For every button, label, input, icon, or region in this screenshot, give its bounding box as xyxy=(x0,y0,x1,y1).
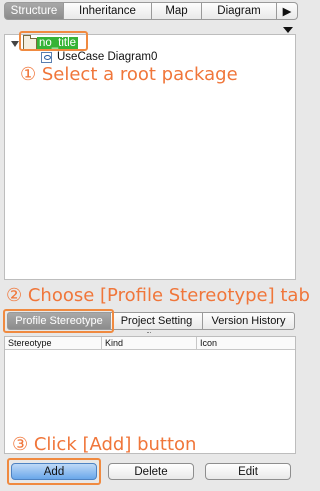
view-tab-bar: Structure Inheritance Map Diagram ▶ xyxy=(4,2,298,20)
tab-inheritance[interactable]: Inheritance xyxy=(64,2,152,20)
edit-button[interactable]: Edit xyxy=(205,463,291,480)
root-package-highlight xyxy=(19,31,88,51)
tab-diagram[interactable]: Diagram xyxy=(202,2,277,20)
table-header: Stereotype Kind Icon xyxy=(5,337,295,350)
tab-project-setting[interactable]: Project Setting xyxy=(111,312,203,330)
tab-version-history[interactable]: Version History xyxy=(203,312,295,330)
add-button-highlight xyxy=(7,458,101,485)
callout-step-2: ② Choose [Profile Stereotype] tab xyxy=(6,285,310,306)
tree-node-usecase-diagram[interactable]: UseCase Diagram0 xyxy=(57,51,157,64)
column-header-icon[interactable]: Icon xyxy=(197,337,295,349)
column-header-stereotype[interactable]: Stereotype xyxy=(5,337,102,349)
usecase-diagram-icon xyxy=(41,52,52,63)
delete-button[interactable]: Delete xyxy=(108,463,194,480)
expand-triangle-icon[interactable] xyxy=(11,41,19,47)
callout-step-1: ① Select a root package xyxy=(20,64,238,85)
panel-menu-chevron-down-icon[interactable] xyxy=(283,27,293,33)
callout-step-3: ③ Click [Add] button xyxy=(12,434,197,455)
tab-structure[interactable]: Structure xyxy=(4,2,64,20)
more-tabs-arrow-icon[interactable]: ▶ xyxy=(277,2,298,20)
column-header-kind[interactable]: Kind xyxy=(102,337,197,349)
tab-map[interactable]: Map xyxy=(152,2,202,20)
profile-tab-highlight xyxy=(3,309,114,333)
